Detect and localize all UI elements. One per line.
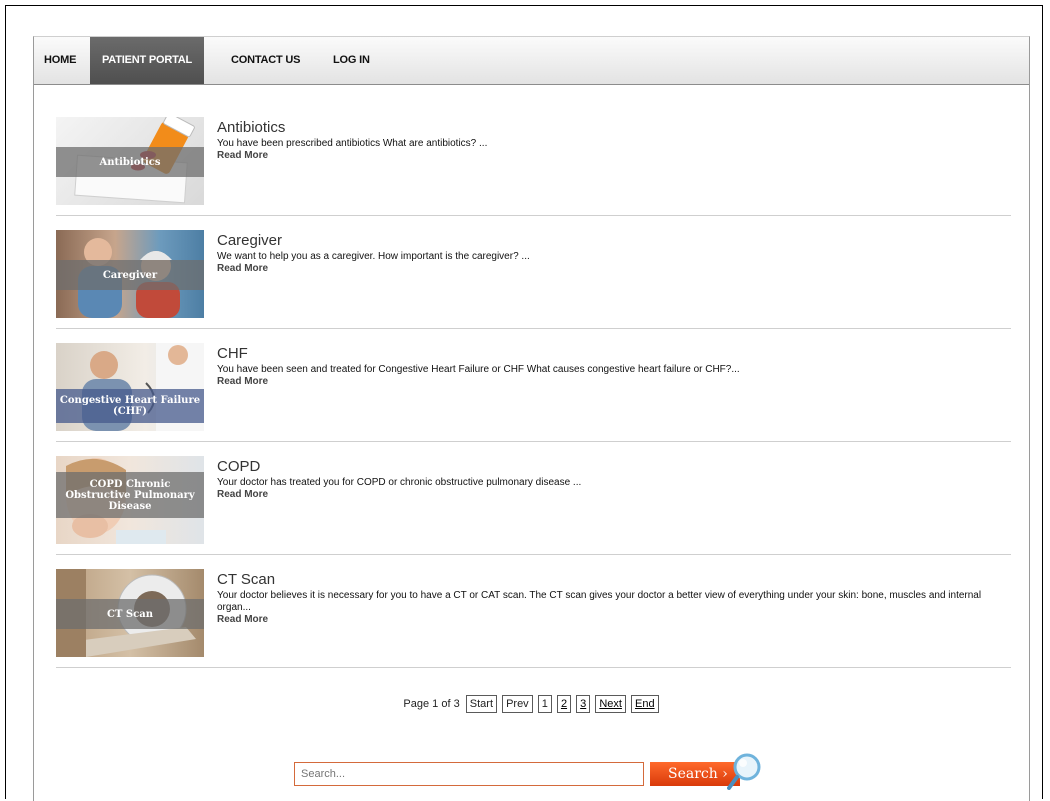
article-thumbnail[interactable]: Congestive Heart Failure (CHF) <box>56 343 204 431</box>
page-container: HOME PATIENT PORTAL CONTACT US LOG IN An… <box>33 36 1030 801</box>
pager-prev-button[interactable]: Prev <box>502 695 533 713</box>
article-summary: Your doctor believes it is necessary for… <box>217 590 982 613</box>
article-thumbnail[interactable]: CT Scan <box>56 569 204 657</box>
read-more-link[interactable]: Read More <box>217 263 1017 275</box>
article-thumbnail[interactable]: Antibiotics <box>56 117 204 205</box>
read-more-link[interactable]: Read More <box>217 150 1017 162</box>
article-summary: You have been seen and treated for Conge… <box>217 364 740 375</box>
magnifier-icon <box>727 753 761 790</box>
article-thumbnail[interactable]: Caregiver <box>56 230 204 318</box>
article-title[interactable]: Caregiver <box>217 232 282 249</box>
nav-contact-us[interactable]: CONTACT US <box>231 37 300 84</box>
article-title[interactable]: Antibiotics <box>217 119 285 136</box>
article-item: COPD Chronic Obstructive Pulmonary Disea… <box>56 442 1011 555</box>
nav-home[interactable]: HOME <box>44 37 76 84</box>
search-input[interactable] <box>294 762 644 786</box>
article-description: Your doctor believes it is necessary for… <box>217 590 1017 626</box>
article-title[interactable]: CHF <box>217 345 248 362</box>
article-title[interactable]: CT Scan <box>217 571 275 588</box>
article-description: Your doctor has treated you for COPD or … <box>217 477 1017 501</box>
thumbnail-caption: CT Scan <box>56 599 204 629</box>
pager-page-1[interactable]: 1 <box>537 695 552 713</box>
top-navigation: HOME PATIENT PORTAL CONTACT US LOG IN <box>34 37 1029 85</box>
pager-next-button[interactable]: Next <box>595 695 626 713</box>
article-description: We want to help you as a caregiver. How … <box>217 251 1017 275</box>
article-item: Congestive Heart Failure (CHF) CHF You h… <box>56 329 1011 442</box>
thumbnail-caption: Congestive Heart Failure (CHF) <box>56 389 204 423</box>
read-more-link[interactable]: Read More <box>217 489 1017 501</box>
pager-start-button[interactable]: Start <box>465 695 497 713</box>
article-title[interactable]: COPD <box>217 458 260 475</box>
article-divider <box>56 667 1011 668</box>
nav-log-in[interactable]: LOG IN <box>333 37 370 84</box>
pager-page-2[interactable]: 2 <box>556 695 572 713</box>
thumbnail-caption: Caregiver <box>56 260 204 290</box>
article-summary: Your doctor has treated you for COPD or … <box>217 477 582 488</box>
article-summary: You have been prescribed antibiotics Wha… <box>217 138 488 149</box>
read-more-link[interactable]: Read More <box>217 376 1017 388</box>
nav-patient-portal[interactable]: PATIENT PORTAL <box>90 37 204 84</box>
search-bar: Search › <box>294 753 774 801</box>
article-item: CT Scan CT Scan Your doctor believes it … <box>56 555 1011 668</box>
pager-page-3[interactable]: 3 <box>576 695 591 713</box>
thumbnail-caption: Antibiotics <box>56 147 204 177</box>
article-item: Antibiotics Antibiotics You have been pr… <box>56 103 1011 216</box>
thumbnail-caption: COPD Chronic Obstructive Pulmonary Disea… <box>56 472 204 518</box>
read-more-link[interactable]: Read More <box>217 614 1017 626</box>
page-indicator: Page 1 of 3 <box>403 698 460 710</box>
article-description: You have been prescribed antibiotics Wha… <box>217 138 1017 162</box>
article-description: You have been seen and treated for Conge… <box>217 364 1017 388</box>
article-item: Caregiver Caregiver We want to help you … <box>56 216 1011 329</box>
article-thumbnail[interactable]: COPD Chronic Obstructive Pulmonary Disea… <box>56 456 204 544</box>
pager-end-button[interactable]: End <box>631 695 659 713</box>
article-summary: We want to help you as a caregiver. How … <box>217 251 530 262</box>
pagination: Page 1 of 3 Start Prev 1 2 3 Next End <box>34 695 1029 713</box>
